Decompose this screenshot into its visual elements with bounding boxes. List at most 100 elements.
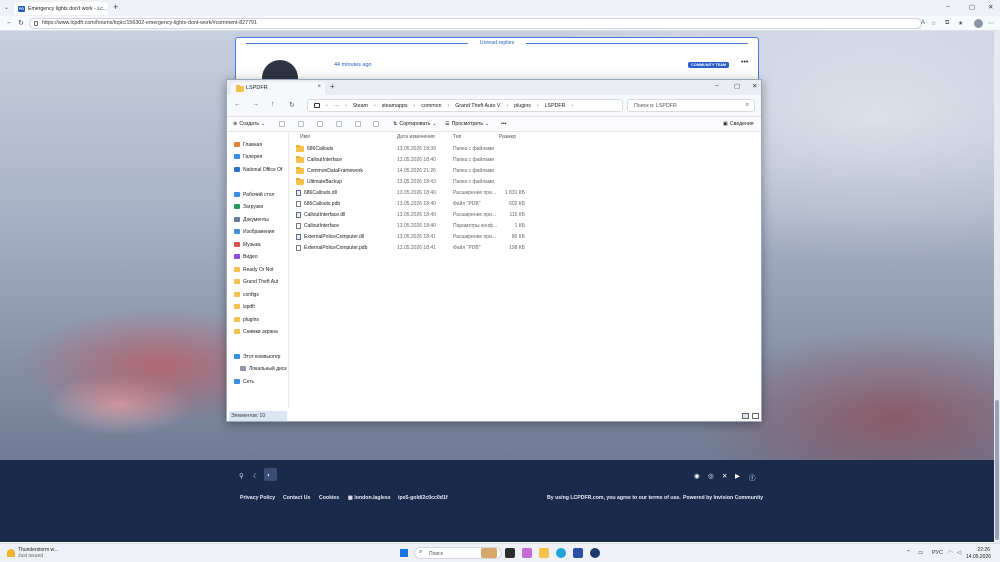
- taskbar-clock[interactable]: 22:26 14.05.2026: [966, 547, 991, 560]
- read-aloud-icon[interactable]: A: [921, 20, 925, 26]
- page-scrollbar-thumb[interactable]: [995, 400, 999, 540]
- sort-button[interactable]: ⇅ Сортировать ⌄: [393, 121, 437, 127]
- view-button[interactable]: ☰ Просмотреть ⌄: [445, 121, 490, 127]
- nav-item[interactable]: Документы: [234, 215, 290, 224]
- contrast-icon[interactable]: ◐: [267, 472, 271, 479]
- create-button[interactable]: ⊕ Создать ⌄: [233, 121, 265, 127]
- file-row[interactable]: UltimateBackup 13.05.2026 18:43 Папка с фа…: [295, 177, 535, 187]
- close-window-icon[interactable]: ✕: [988, 3, 993, 11]
- maximize-icon[interactable]: ▢: [734, 82, 740, 90]
- back-icon[interactable]: ←: [234, 101, 241, 108]
- delete-icon[interactable]: [373, 121, 379, 127]
- rename-icon[interactable]: [336, 121, 342, 127]
- nav-item[interactable]: Загрузки: [234, 202, 290, 211]
- favorite-star-icon[interactable]: ☆: [931, 20, 936, 27]
- facebook-icon[interactable]: ⓕ: [749, 472, 756, 482]
- breadcrumb-item[interactable]: Steam: [353, 103, 368, 109]
- nav-item[interactable]: Рабочий стол: [234, 190, 290, 199]
- address-bar[interactable]: https://www.lcpdfr.com/forums/topic/1563…: [29, 18, 922, 29]
- column-header-date[interactable]: Дата изменения: [397, 134, 435, 140]
- breadcrumb-overflow[interactable]: ···: [334, 103, 339, 109]
- theme-selector-link[interactable]: ▦ london.lagless: [348, 495, 391, 501]
- nav-item[interactable]: Видео: [234, 252, 290, 261]
- nav-item[interactable]: configs: [234, 290, 290, 299]
- breadcrumb-item[interactable]: plugins: [514, 103, 531, 109]
- patreon-icon[interactable]: ◉: [694, 472, 700, 480]
- nav-item[interactable]: Снимки экрана: [234, 327, 290, 336]
- favorites-icon[interactable]: ★: [958, 20, 963, 27]
- share-icon[interactable]: [355, 121, 361, 127]
- copy-icon[interactable]: [298, 121, 304, 127]
- steam-icon[interactable]: [590, 548, 600, 558]
- column-header-name[interactable]: Имя: [300, 134, 310, 140]
- copilot-icon[interactable]: [522, 548, 532, 558]
- up-icon[interactable]: ↑: [271, 101, 275, 108]
- nav-item[interactable]: Главная: [234, 140, 290, 149]
- cookies-link[interactable]: Cookies: [319, 495, 339, 501]
- contact-us-link[interactable]: Contact Us: [283, 495, 310, 501]
- explorer-tab[interactable]: LSPDFR ×: [231, 82, 325, 95]
- file-row[interactable]: 686Callouts.pdb 13.05.2026 18:40 Файл "PDB…: [295, 199, 535, 209]
- profile-avatar[interactable]: [974, 19, 983, 28]
- instagram-icon[interactable]: ◎: [708, 472, 714, 480]
- column-header-type[interactable]: Тип: [453, 134, 461, 140]
- minimize-icon[interactable]: –: [946, 3, 950, 10]
- cut-icon[interactable]: [279, 121, 285, 127]
- nav-item[interactable]: Галерея: [234, 152, 290, 161]
- store-icon[interactable]: [573, 548, 583, 558]
- terms-text[interactable]: By using LCPDFR.com, you agree to our te…: [547, 495, 681, 501]
- back-icon[interactable]: ←: [6, 19, 13, 26]
- task-view-icon[interactable]: [505, 548, 515, 558]
- post-more-icon[interactable]: •••: [741, 59, 748, 66]
- powered-by-link[interactable]: Powered by Invision Community: [683, 495, 763, 501]
- paste-icon[interactable]: [317, 121, 323, 127]
- column-header-size[interactable]: Размер: [499, 134, 516, 140]
- nav-item[interactable]: Локальный диск: [240, 364, 296, 373]
- details-button[interactable]: ▣ Сведения: [723, 121, 754, 127]
- file-row[interactable]: CommonDataFramework 14.05.2026 21:26 Папка…: [295, 166, 535, 176]
- maximize-icon[interactable]: ▢: [969, 3, 975, 11]
- close-tab-icon[interactable]: ×: [317, 84, 321, 90]
- file-row[interactable]: CalloutInterface.dll 13.05.2026 18:40 Расш…: [295, 210, 535, 220]
- close-window-icon[interactable]: ✕: [752, 82, 757, 90]
- breadcrumb-item[interactable]: steamapps: [382, 103, 408, 109]
- nav-item[interactable]: lspdfr: [234, 302, 290, 311]
- breadcrumb-item[interactable]: Grand Theft Auto V: [455, 103, 500, 109]
- file-row[interactable]: ExternalPoliceComputer.dll 13.05.2026 18:…: [295, 232, 535, 242]
- tray-app-icon[interactable]: ▭: [918, 550, 923, 556]
- nav-item[interactable]: Grand Theft Aut: [234, 277, 290, 286]
- chevron-up-icon[interactable]: ⌃: [906, 550, 911, 556]
- more-options-button[interactable]: •••: [501, 121, 506, 127]
- language-indicator[interactable]: РУС: [932, 550, 943, 556]
- file-row[interactable]: 686Callouts.dll 13.05.2026 18:40 Расширени…: [295, 188, 535, 198]
- volume-icon[interactable]: ◁: [957, 550, 961, 556]
- search-icon[interactable]: ⌕: [746, 102, 749, 109]
- nav-item[interactable]: Сеть: [234, 377, 290, 386]
- edge-browser-icon[interactable]: [556, 548, 566, 558]
- breadcrumb-item[interactable]: common: [421, 103, 441, 109]
- browser-tab[interactable]: PD Emergency lights don't work - Lc... ×: [14, 2, 108, 15]
- youtube-icon[interactable]: ▶: [735, 472, 740, 480]
- file-row[interactable]: CalloutInterface 13.05.2026 18:40 Папка с …: [295, 155, 535, 165]
- minimize-icon[interactable]: –: [715, 82, 719, 89]
- reload-icon[interactable]: ↻: [18, 19, 24, 27]
- forward-icon[interactable]: →: [252, 101, 259, 108]
- post-time[interactable]: 44 minutes ago: [334, 62, 372, 68]
- privacy-policy-link[interactable]: Privacy Policy: [240, 495, 275, 501]
- refresh-icon[interactable]: ↻: [289, 101, 295, 109]
- nav-item[interactable]: National Office Of: [234, 165, 290, 174]
- explorer-search-input[interactable]: Поиск в: LSPDFR ⌕: [627, 99, 755, 112]
- new-tab-icon[interactable]: +: [330, 82, 335, 91]
- wifi-icon[interactable]: ◠: [948, 550, 953, 556]
- new-tab-icon[interactable]: +: [113, 3, 118, 12]
- nav-item[interactable]: Музыка: [234, 240, 290, 249]
- weather-widget[interactable]: Thunderstorm w... Just issued: [7, 547, 58, 559]
- breadcrumb[interactable]: › ··· › Steam › steamapps › common › Gra…: [307, 99, 623, 112]
- nav-item[interactable]: Этот компьютер: [234, 352, 290, 361]
- windows-start-icon[interactable]: [400, 549, 408, 557]
- breadcrumb-item[interactable]: LSPDFR: [545, 103, 566, 109]
- build-version-link[interactable]: ips5-gold/2c0cc0d1f: [398, 495, 448, 501]
- tiles-view-icon[interactable]: [752, 413, 759, 419]
- chevron-right-icon[interactable]: ›: [572, 103, 574, 109]
- details-view-icon[interactable]: [742, 413, 749, 419]
